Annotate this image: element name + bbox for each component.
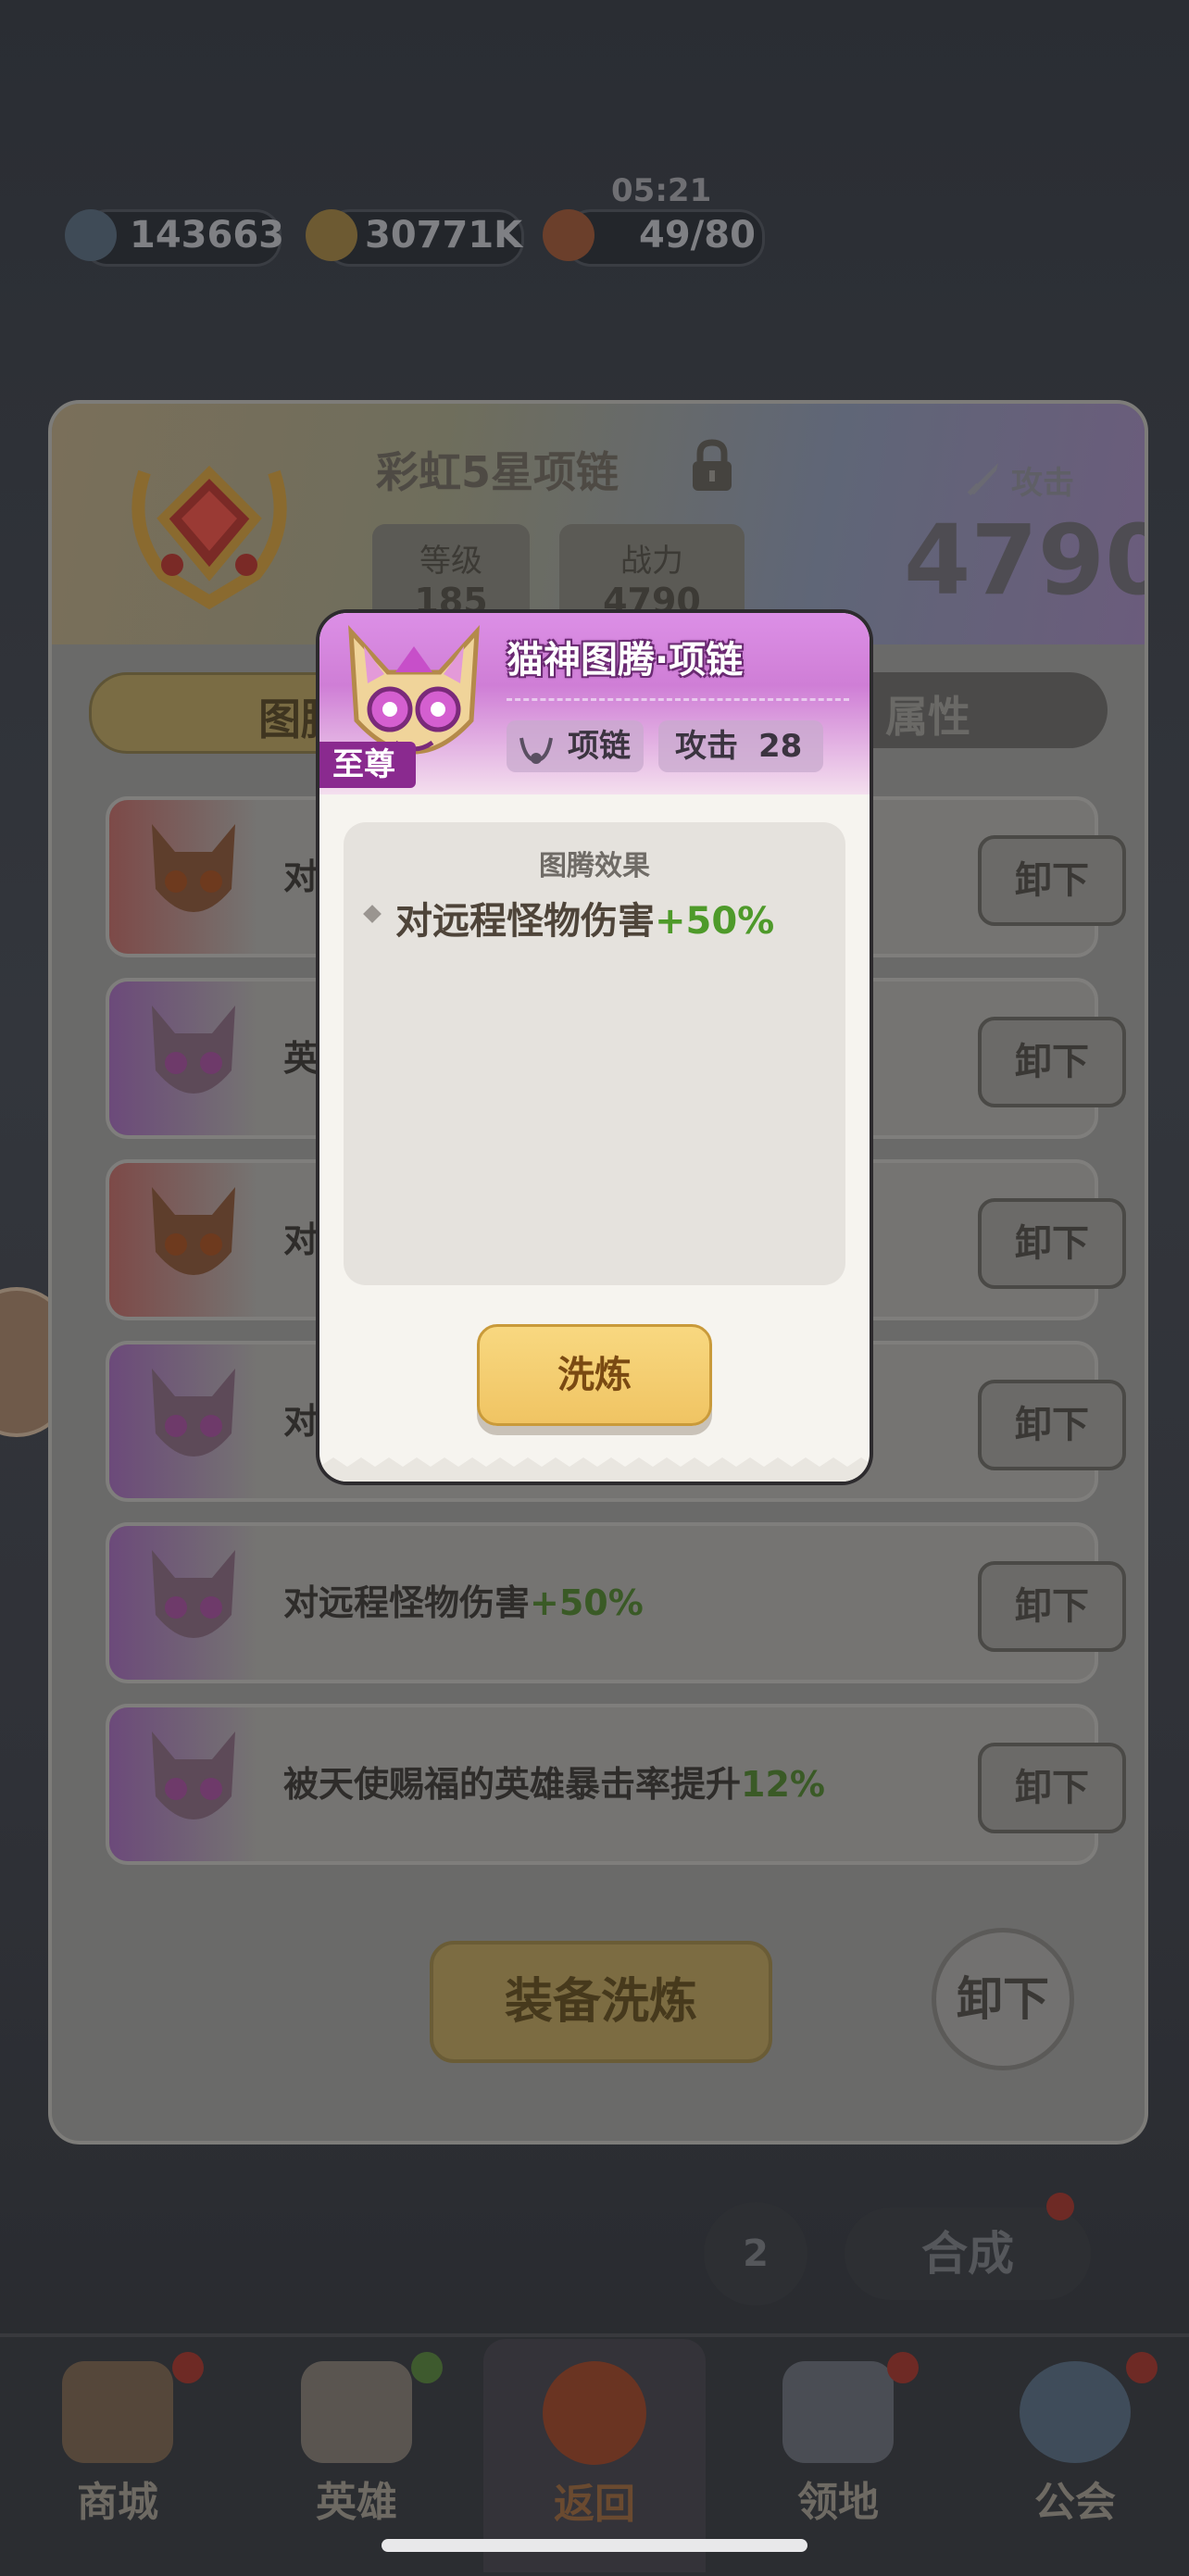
effect-text: 对远程怪物伤害+50%: [395, 900, 775, 943]
attack-chip: 攻击 28: [658, 720, 823, 772]
unequip-all-button[interactable]: 卸下: [932, 1928, 1074, 2070]
nav-back-label: 返回: [554, 2481, 635, 2528]
rarity-badge: 至尊: [319, 742, 416, 788]
refine-equipment-button[interactable]: 装备洗炼: [430, 1941, 772, 2063]
row-effect-text: 英: [283, 1038, 319, 1079]
attack-label: 攻击: [675, 728, 738, 765]
nav-hero[interactable]: 英雄: [250, 2352, 463, 2565]
nav-shop-alert-dot: [172, 2352, 204, 2383]
merge-alert-dot: [1046, 2193, 1074, 2220]
fox-mask-icon: [143, 1541, 244, 1659]
nav-castle-alert-dot: [887, 2352, 919, 2383]
totem-row[interactable]: 被天使赐福的英雄暴击率提升12% 卸下: [106, 1704, 1126, 1865]
unequip-button[interactable]: 卸下: [978, 1017, 1126, 1107]
row-effect-text: 对: [283, 1401, 319, 1442]
stat-type-label: 攻击: [1011, 465, 1074, 502]
shop-icon: [62, 2361, 173, 2463]
slot-chip: 项链: [507, 720, 644, 772]
unequip-button[interactable]: 卸下: [978, 1743, 1126, 1833]
castle-icon: [782, 2361, 894, 2463]
timer: 05:21: [611, 172, 712, 209]
nav-hero-label: 英雄: [316, 2479, 397, 2526]
sword-icon: [963, 457, 1004, 498]
totem-detail-popup: 猫神图腾·项链 项链 攻击 28 至尊 图腾效果 对远程怪物伤害+50% 洗炼: [319, 613, 870, 1482]
zigzag-edge: [319, 1454, 870, 1482]
nav-castle[interactable]: 领地: [732, 2352, 945, 2565]
fox-mask-icon: [143, 1178, 244, 1296]
gem-value: 143663: [130, 214, 284, 256]
stat-value: 4790: [904, 504, 1148, 617]
nav-guild-label: 公会: [1034, 2479, 1116, 2526]
row-effect-text: 被天使赐福的英雄暴击率提升12%: [283, 1764, 825, 1805]
back-icon: [543, 2361, 646, 2465]
row-effect-text: 对: [283, 1219, 319, 1260]
effect-box: 图腾效果 对远程怪物伤害+50%: [344, 822, 845, 1285]
merge-label: 合成: [921, 2227, 1014, 2281]
popup-title: 猫神图腾·项链: [507, 639, 744, 682]
level-label: 等级: [419, 543, 482, 580]
attack-value: 28: [758, 728, 803, 765]
bullet-icon: [363, 905, 382, 923]
row-effect-text: 对: [283, 857, 319, 897]
power-label: 战力: [620, 543, 683, 580]
fox-mask-icon: [143, 1722, 244, 1841]
fox-mask-icon: [143, 815, 244, 933]
necklace-slot-icon: [518, 730, 555, 764]
energy-icon: [543, 209, 594, 261]
unequip-button[interactable]: 卸下: [978, 1380, 1126, 1470]
tab-attributes-label: 属性: [885, 692, 970, 742]
refine-button[interactable]: 洗炼: [477, 1324, 712, 1426]
hero-icon: [301, 2361, 412, 2463]
count-badge-value: 2: [743, 2232, 769, 2275]
coin-value: 30771K: [365, 214, 523, 256]
row-effect-text: 对远程怪物伤害+50%: [283, 1582, 644, 1623]
totem-row[interactable]: 对远程怪物伤害+50% 卸下: [106, 1522, 1126, 1683]
energy-value: 49/80: [639, 214, 756, 256]
nav-hero-alert-dot: [411, 2352, 443, 2383]
item-name: 彩虹5星项链: [376, 447, 620, 497]
guild-icon: [1020, 2361, 1131, 2463]
gem-icon: [65, 209, 117, 261]
unequip-button[interactable]: 卸下: [978, 1198, 1126, 1289]
home-indicator[interactable]: [382, 2539, 807, 2552]
nav-guild-alert-dot: [1126, 2352, 1158, 2383]
nav-back[interactable]: 返回: [488, 2352, 701, 2565]
nav-shop-label: 商城: [77, 2479, 158, 2526]
necklace-icon: [107, 417, 311, 620]
fox-mask-icon: [143, 996, 244, 1115]
slot-label: 项链: [568, 728, 631, 765]
count-badge[interactable]: 2: [704, 2202, 807, 2306]
merge-button[interactable]: 合成: [845, 2207, 1091, 2300]
nav-castle-label: 领地: [797, 2479, 879, 2526]
title-divider: [507, 698, 849, 701]
lock-icon[interactable]: [687, 437, 737, 493]
nav-shop[interactable]: 商城: [11, 2352, 224, 2565]
fox-mask-icon: [143, 1359, 244, 1478]
unequip-button[interactable]: 卸下: [978, 835, 1126, 926]
effect-title: 图腾效果: [539, 850, 650, 882]
coin-icon: [306, 209, 357, 261]
unequip-button[interactable]: 卸下: [978, 1561, 1126, 1652]
nav-guild[interactable]: 公会: [969, 2352, 1182, 2565]
